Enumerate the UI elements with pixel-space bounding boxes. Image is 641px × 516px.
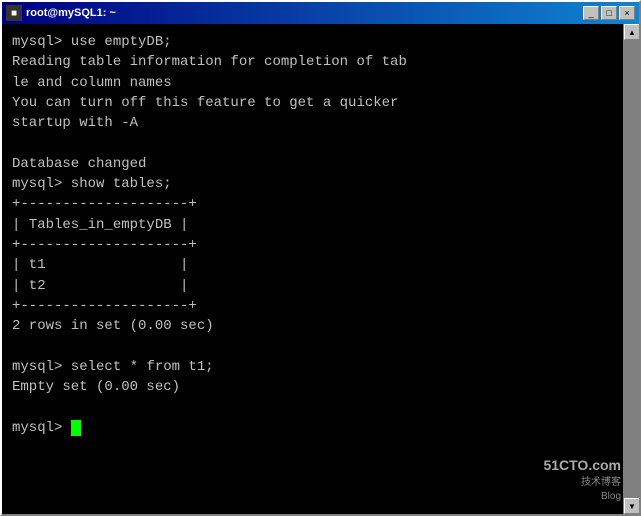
scroll-up-button[interactable]: ▲ [624,24,639,40]
watermark-sub: 技术博客 [543,476,621,490]
terminal-icon: ■ [6,5,22,21]
scrollbar[interactable]: ▲ ▼ [623,24,639,514]
window: ■ root@mySQL1: ~ _ □ × mysql> use emptyD… [0,0,641,516]
scroll-track[interactable] [624,40,639,498]
watermark-blog: Blog [543,490,621,504]
maximize-button[interactable]: □ [601,6,617,20]
terminal-body: mysql> use emptyDB; Reading table inform… [2,24,639,514]
window-title: root@mySQL1: ~ [26,7,116,19]
title-bar-left: ■ root@mySQL1: ~ [6,5,116,21]
watermark-main: 51CTO.com [543,456,621,476]
watermark: 51CTO.com 技术博客 Blog [543,456,621,504]
title-bar: ■ root@mySQL1: ~ _ □ × [2,2,639,24]
minimize-button[interactable]: _ [583,6,599,20]
title-buttons: _ □ × [583,6,635,20]
close-button[interactable]: × [619,6,635,20]
terminal-content[interactable]: mysql> use emptyDB; Reading table inform… [2,24,623,514]
cursor [71,420,81,436]
scroll-down-button[interactable]: ▼ [624,498,639,514]
